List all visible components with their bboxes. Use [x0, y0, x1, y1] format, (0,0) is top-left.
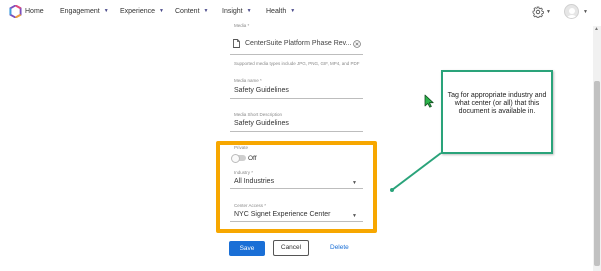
top-nav: Home Engagement ▼ Experience ▼ Content ▼ In… — [0, 0, 601, 24]
document-icon — [233, 39, 240, 48]
cancel-button[interactable]: Cancel — [273, 240, 309, 256]
gear-icon[interactable] — [532, 6, 544, 18]
media-short-description-input[interactable]: Safety Guidelines — [234, 120, 289, 127]
nav-insight[interactable]: Insight ▼ — [222, 8, 252, 15]
nav-health-label: Health — [266, 8, 287, 15]
profile-caret-icon[interactable]: ▼ — [583, 9, 588, 15]
delete-link[interactable]: Delete — [330, 244, 349, 251]
nav-home[interactable]: Home — [25, 8, 44, 15]
media-label: Media * — [234, 23, 250, 28]
nav-home-label: Home — [25, 8, 44, 15]
media-name-label: Media name * — [234, 78, 262, 83]
save-button[interactable]: Save — [229, 241, 265, 256]
nav-engagement[interactable]: Engagement ▼ — [60, 8, 109, 15]
mouse-cursor-icon — [424, 94, 434, 108]
media-name-input[interactable]: Safety Guidelines — [234, 87, 289, 94]
nav-insight-label: Insight — [222, 8, 243, 15]
media-file-name: CenterSuite Platform Phase Rev... — [245, 40, 352, 47]
media-hint: Supported media types include JPG, PNG, … — [234, 61, 360, 66]
media-name-underline — [230, 98, 363, 99]
media-underline — [230, 54, 363, 55]
media-file-field[interactable]: CenterSuite Platform Phase Rev... — [230, 34, 363, 54]
chevron-down-icon: ▼ — [159, 8, 164, 14]
avatar[interactable] — [564, 4, 579, 19]
media-short-description-underline — [230, 131, 363, 132]
nav-experience-label: Experience — [120, 8, 156, 15]
scroll-up-icon[interactable]: ▲ — [594, 26, 599, 32]
app-logo-icon[interactable] — [9, 5, 22, 18]
annotation-callout: Tag for appropriate industry and what ce… — [441, 70, 553, 154]
chevron-down-icon: ▼ — [103, 8, 109, 14]
nav-content[interactable]: Content ▼ — [175, 8, 208, 15]
clear-file-icon[interactable] — [353, 40, 361, 48]
callout-text: Tag for appropriate industry and what ce… — [447, 92, 547, 115]
page-scrollbar[interactable]: ▲ — [593, 26, 601, 271]
highlight-box — [216, 141, 377, 233]
media-short-description-label: Media Short Description — [234, 112, 283, 117]
chevron-down-icon: ▼ — [290, 8, 296, 14]
nav-engagement-label: Engagement — [60, 8, 100, 15]
chevron-down-icon: ▼ — [246, 8, 252, 14]
settings-caret-icon[interactable]: ▼ — [546, 9, 551, 15]
nav-experience[interactable]: Experience ▼ — [120, 8, 164, 15]
scrollbar-thumb[interactable] — [594, 81, 600, 266]
chevron-down-icon: ▼ — [203, 8, 209, 14]
nav-content-label: Content — [175, 8, 200, 15]
nav-health[interactable]: Health ▼ — [266, 8, 295, 15]
